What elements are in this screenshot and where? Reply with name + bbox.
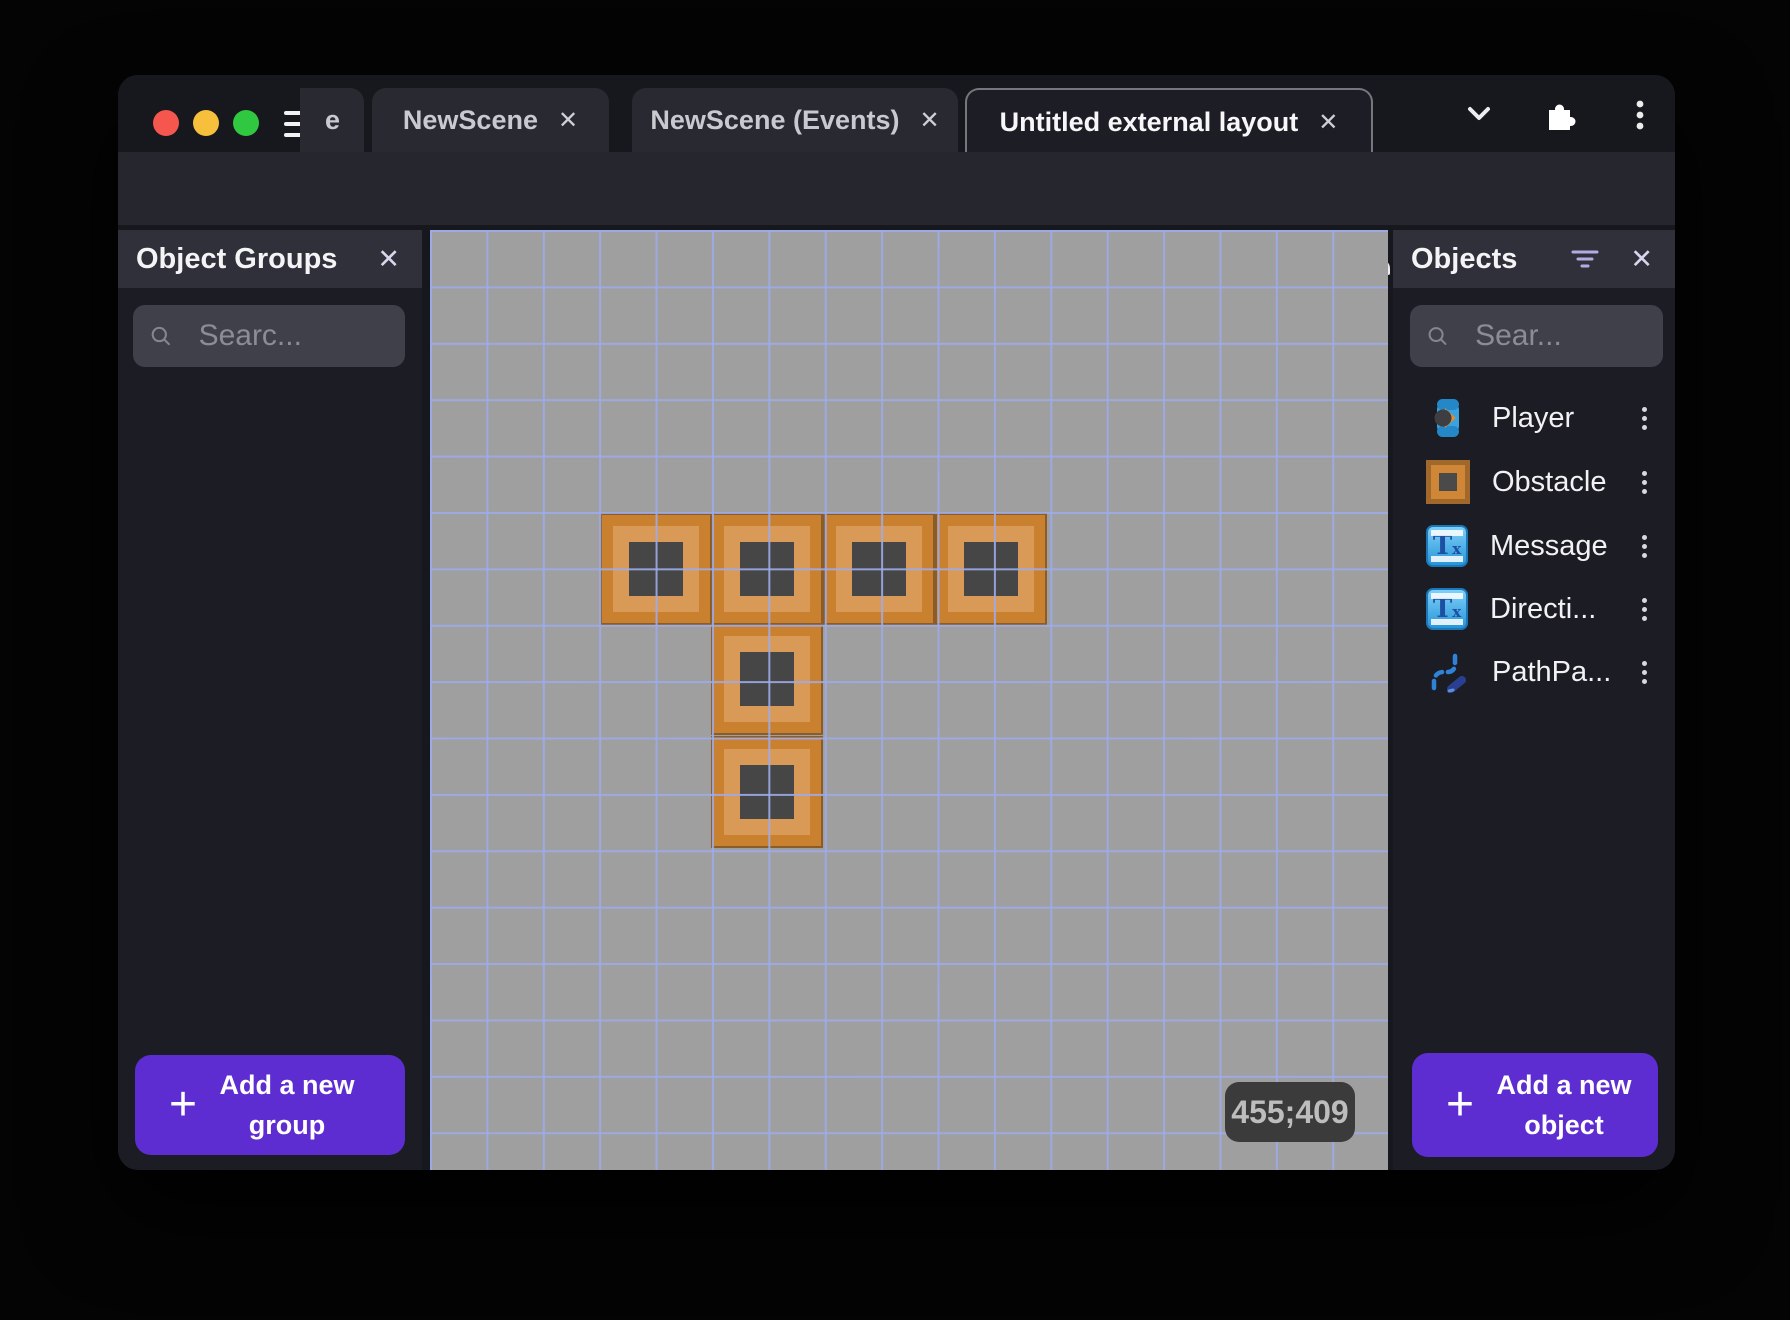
add-group-button[interactable]: + Add a new group — [135, 1055, 405, 1155]
extensions-puzzle-icon[interactable] — [1540, 97, 1576, 133]
window-minimize-button[interactable] — [193, 110, 219, 136]
object-options-icon[interactable] — [1638, 463, 1651, 502]
tab-close-icon[interactable]: ✕ — [558, 106, 578, 135]
objects-search-input[interactable] — [1473, 318, 1647, 354]
object-row-player[interactable]: Player — [1393, 388, 1675, 448]
window-more-options-icon[interactable] — [1630, 99, 1650, 131]
tab-label: Untitled external layout — [999, 106, 1299, 137]
objects-panel: Objects ✕ Sear... Player Obstacle Tx Mes… — [1393, 230, 1675, 1170]
tab-close-icon[interactable]: ✕ — [1318, 108, 1338, 137]
obstacle-instance[interactable] — [713, 515, 821, 623]
tab-label: NewScene — [402, 104, 538, 135]
search-icon — [1428, 327, 1447, 345]
object-row-pathpaint[interactable]: PathPa... — [1393, 642, 1675, 702]
add-group-button-label: Add a new group — [219, 1070, 355, 1140]
tab-label: NewScene (Events) — [650, 104, 900, 135]
object-groups-title: Object Groups — [136, 242, 338, 275]
text-object-icon: Tx — [1426, 525, 1468, 567]
tab-list-chevron-down-icon[interactable] — [1462, 99, 1496, 129]
add-object-button[interactable]: + Add a new object — [1412, 1053, 1658, 1157]
object-options-icon[interactable] — [1638, 399, 1651, 438]
object-options-icon[interactable] — [1638, 590, 1651, 629]
text-object-icon: Tx — [1426, 588, 1468, 630]
tab-label: e — [324, 104, 340, 135]
object-row-obstacle[interactable]: Obstacle — [1393, 452, 1675, 512]
objects-searchbox — [1410, 305, 1663, 367]
path-paint-icon — [1426, 650, 1470, 694]
add-object-button-label: Add a new object — [1496, 1070, 1632, 1140]
objects-header: Objects ✕ — [1393, 230, 1675, 288]
object-label: PathPa... — [1492, 655, 1612, 688]
close-objects-icon[interactable]: ✕ — [1626, 244, 1657, 275]
object-label: Directi... — [1490, 592, 1597, 625]
tab-newscene-events[interactable]: NewScene (Events) ✕ — [632, 88, 958, 152]
scene-canvas[interactable]: 455;409 — [430, 230, 1388, 1170]
object-row-message[interactable]: Tx Message — [1393, 516, 1675, 576]
main-toolbar: Preview Publish — [118, 152, 1675, 298]
window-zoom-button[interactable] — [233, 110, 259, 136]
tab-clipped[interactable]: e — [300, 88, 364, 152]
search-icon — [151, 326, 170, 346]
close-object-groups-icon[interactable]: ✕ — [373, 244, 404, 275]
obstacle-instance[interactable] — [937, 515, 1045, 623]
object-label: Message — [1490, 529, 1608, 562]
objects-filter-icon[interactable] — [1570, 247, 1600, 271]
player-icon — [1426, 396, 1470, 440]
obstacle-instance[interactable] — [825, 515, 933, 623]
obstacle-instance[interactable] — [713, 738, 821, 846]
object-options-icon[interactable] — [1638, 527, 1651, 566]
object-groups-searchbox — [133, 305, 405, 367]
object-options-icon[interactable] — [1638, 653, 1651, 692]
tab-newscene[interactable]: NewScene ✕ — [372, 88, 609, 152]
object-groups-panel: Object Groups ✕ + Add a new group — [118, 230, 422, 1170]
app-window: e NewScene ✕ NewScene (Events) ✕ Untitle… — [118, 75, 1675, 1170]
cursor-coordinates-badge: 455;409 — [1225, 1082, 1355, 1142]
object-row-directions[interactable]: Tx Directi... — [1393, 579, 1675, 639]
tab-untitled-external-layout[interactable]: Untitled external layout ✕ — [965, 88, 1373, 154]
object-groups-search-input[interactable] — [196, 318, 389, 354]
obstacle-instance[interactable] — [713, 625, 821, 733]
objects-title: Objects — [1411, 242, 1518, 275]
canvas-grid — [430, 230, 1388, 1170]
obstacle-icon — [1426, 460, 1470, 504]
plus-icon: + — [169, 1078, 198, 1131]
object-label: Obstacle — [1492, 465, 1607, 498]
tab-bar: e NewScene ✕ NewScene (Events) ✕ Untitle… — [118, 75, 1675, 154]
plus-icon: + — [1446, 1078, 1475, 1131]
object-groups-header: Object Groups ✕ — [118, 230, 422, 288]
tab-close-icon[interactable]: ✕ — [919, 106, 939, 135]
obstacle-instance[interactable] — [602, 515, 710, 623]
window-close-button[interactable] — [153, 110, 179, 136]
object-label: Player — [1492, 401, 1575, 434]
